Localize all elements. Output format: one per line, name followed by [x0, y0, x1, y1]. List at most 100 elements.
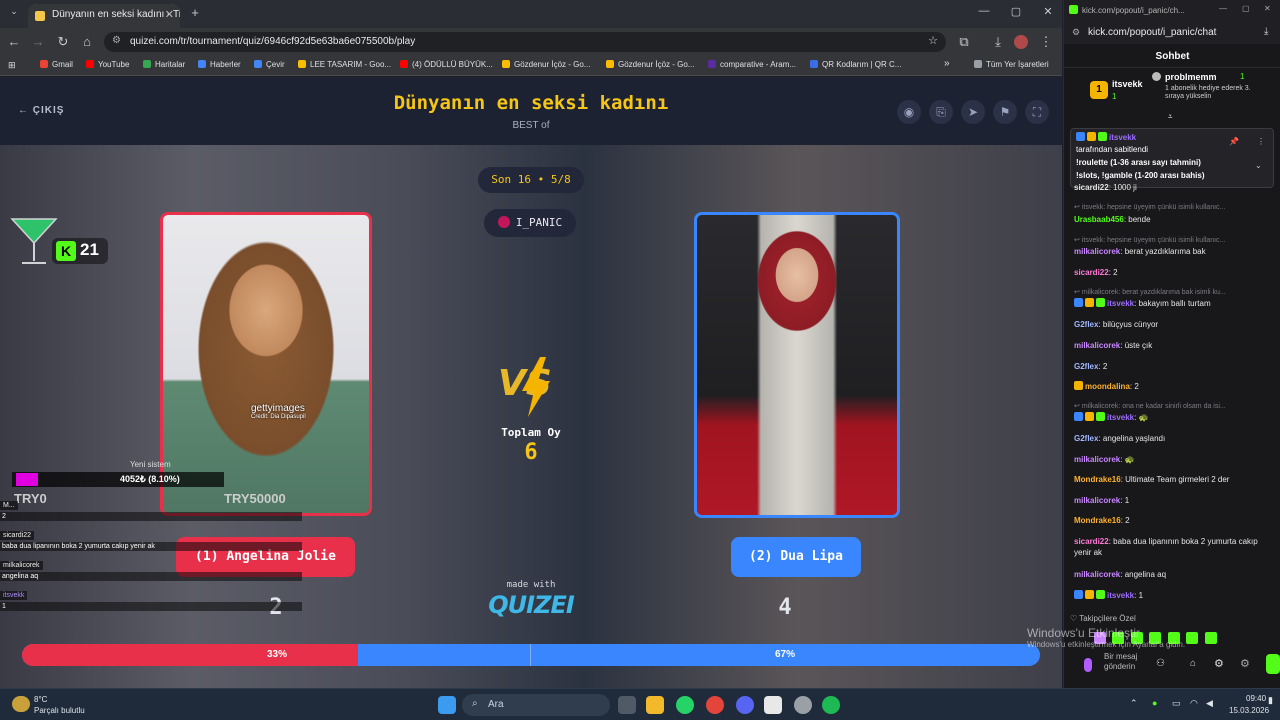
bookmark-haritalar[interactable]: Haritalar	[143, 60, 185, 69]
pinned-message: itsvekk tarafından sabitlendi !roulette …	[1070, 128, 1274, 188]
followers-only-notice: ♡ Takipçilere Özel	[1070, 614, 1136, 623]
forward-icon[interactable]: →	[30, 34, 46, 49]
volume-icon[interactable]: ◀	[1206, 698, 1213, 709]
emote-icon[interactable]	[1204, 632, 1217, 644]
chat-message[interactable]: milkalicorek: 1	[1074, 495, 1274, 506]
mic-tray-icon[interactable]: ●	[1152, 698, 1157, 708]
close-window-icon[interactable]: ✕	[1040, 5, 1056, 18]
bookmark-gozdenur-2[interactable]: Gözdenur İçöz - Go...	[606, 60, 694, 69]
browser-tab[interactable]: Dünyanın en seksi kadını - Tier ✕	[28, 4, 180, 28]
taskbar-search[interactable]: ⌕ Ara	[462, 694, 610, 716]
quizei-logo[interactable]: QUIZEI	[480, 591, 582, 619]
chat-message[interactable]: sicardi22: baba dua lipanının boka 2 yum…	[1074, 536, 1274, 558]
pinned-collapse-icon[interactable]: ⌄	[1255, 161, 1262, 170]
network-icon[interactable]: ▭	[1172, 698, 1181, 709]
chat-message[interactable]: itsvekk: bakayım ballı turtam	[1074, 298, 1274, 309]
maximize-icon[interactable]: ▢	[1008, 5, 1024, 18]
discord-icon[interactable]	[736, 696, 754, 714]
weather-icon[interactable]	[12, 696, 30, 712]
chat-message[interactable]: milkalicorek: üste çık	[1074, 340, 1274, 351]
chat-message[interactable]: G2flex: 2	[1074, 361, 1274, 372]
chat-message[interactable]: Urasbaab456: bende	[1074, 214, 1274, 225]
site-info-icon[interactable]: ⚙	[112, 35, 121, 46]
url-field[interactable]: ⚙ quizei.com/tr/tournament/quiz/6946cf92…	[104, 32, 946, 52]
more-bookmarks-icon[interactable]: »	[944, 58, 950, 69]
chat-message[interactable]: itsvekk: 1	[1074, 590, 1274, 601]
overlay-chat-msg: baba dua lipanının boka 2 yumurta cakıp …	[0, 542, 302, 551]
extensions-icon[interactable]: ⧉	[956, 34, 972, 50]
bookmark-qr[interactable]: QR Kodlarım | QR C...	[810, 60, 901, 69]
store-app-icon[interactable]	[764, 696, 782, 714]
expand-gifters-icon[interactable]: ⩡	[1168, 112, 1173, 122]
bookmark-gmail[interactable]: Gmail	[40, 60, 73, 69]
apps-grid-icon[interactable]: ⊞	[8, 60, 16, 71]
gift-sub-icon[interactable]: ⚇	[1156, 658, 1165, 669]
vote-button-right[interactable]: (2) Dua Lipa	[731, 537, 861, 577]
chrome-icon[interactable]	[706, 696, 724, 714]
mic-icon[interactable]	[1084, 658, 1092, 672]
bookmark-haberler[interactable]: Haberler	[198, 60, 241, 69]
chat-settings-icon[interactable]: ⚙	[1240, 657, 1250, 670]
new-tab-icon[interactable]: +	[187, 5, 203, 20]
bookmark-odullu[interactable]: (4) ÖDÜLLÜ BÜYÜK...	[400, 60, 493, 69]
chat-message[interactable]: moondalina: 2	[1074, 381, 1274, 392]
bookmark-lee-tasarim[interactable]: LEE TASARIM - Goo...	[298, 60, 391, 69]
chat-message[interactable]: milkalicorek: 🐢	[1074, 454, 1274, 465]
popout-close-icon[interactable]: ✕	[1264, 4, 1271, 13]
reload-icon[interactable]: ↻	[55, 34, 71, 50]
chat-message[interactable]: G2flex: bilüçyus cünyor	[1074, 319, 1274, 330]
candidate-card-right[interactable]	[694, 212, 900, 518]
bookmark-youtube[interactable]: YouTube	[86, 60, 129, 69]
whatsapp-icon[interactable]	[676, 696, 694, 714]
clock-time[interactable]: 09:40	[1246, 694, 1266, 703]
chat-message[interactable]: Mondrake16: 2	[1074, 515, 1274, 526]
popout-site-info-icon[interactable]: ⚙	[1072, 27, 1080, 38]
chat-message[interactable]: Mondrake16: Ultimate Team girmeleri 2 de…	[1074, 474, 1274, 485]
back-icon[interactable]: ←	[6, 34, 22, 49]
eye-icon[interactable]: ◉	[897, 100, 921, 124]
send-icon[interactable]: ➤	[961, 100, 985, 124]
app-icon[interactable]	[794, 696, 812, 714]
spotify-icon[interactable]	[822, 696, 840, 714]
emote-icon[interactable]	[1186, 632, 1199, 644]
wifi-icon[interactable]: ◠	[1190, 698, 1198, 709]
bookmark-gozdenur-1[interactable]: Gözdenur İçöz - Go...	[502, 60, 590, 69]
tray-overflow-icon[interactable]: ⌃	[1130, 698, 1138, 709]
popout-urlbar[interactable]: ⚙ kick.com/popout/i_panic/chat ⤓	[1064, 22, 1280, 44]
popout-minimize-icon[interactable]: —	[1219, 4, 1227, 13]
popout-download-icon[interactable]: ⤓	[1264, 26, 1268, 37]
chat-message[interactable]: sicardi22: 1000 ji	[1074, 182, 1274, 193]
fullscreen-icon[interactable]: ⛶	[1025, 100, 1049, 124]
bookmark-star-icon[interactable]: ☆	[928, 34, 938, 47]
settings-icon[interactable]: ⚙	[1214, 657, 1224, 670]
notification-icon[interactable]: ▮	[1268, 695, 1273, 706]
task-view-icon[interactable]	[618, 696, 636, 714]
send-button[interactable]	[1266, 654, 1280, 674]
quiz-header: ← ÇIKIŞ Dünyanın en seksi kadını BEST of…	[0, 77, 1062, 145]
start-icon[interactable]	[438, 696, 456, 714]
pin-icon[interactable]: 📌	[1229, 137, 1239, 146]
chat-message[interactable]: G2flex: angelina yaşlandı	[1074, 433, 1274, 444]
chat-message[interactable]: milkalicorek: berat yazdıklarıma bak	[1074, 246, 1274, 257]
file-explorer-icon[interactable]	[646, 696, 664, 714]
popout-maximize-icon[interactable]: ▢	[1242, 4, 1250, 13]
tab-list-icon[interactable]: ⌄	[6, 6, 22, 17]
chat-message[interactable]: sicardi22: 2	[1074, 267, 1274, 278]
clock-date[interactable]: 15.03.2026	[1229, 706, 1269, 715]
progress-label-right: 67%	[775, 649, 796, 660]
bookmark-cevir[interactable]: Çevir	[254, 60, 285, 69]
chat-message[interactable]: milkalicorek: angelina aq	[1074, 569, 1274, 580]
browser-menu-icon[interactable]: ⋮	[1038, 34, 1054, 50]
bookmark-comparative[interactable]: comparative - Aram...	[708, 60, 796, 69]
download-icon[interactable]: ⤓	[990, 34, 1006, 50]
chat-message[interactable]: itsvekk: 🐢	[1074, 412, 1274, 423]
close-tab-icon[interactable]: ✕	[165, 8, 174, 21]
share-icon[interactable]: ⎘	[929, 100, 953, 124]
all-bookmarks[interactable]: Tüm Yer İşaretleri	[974, 60, 1049, 69]
profile-avatar[interactable]	[1014, 35, 1028, 49]
flag-icon[interactable]: ⚑	[993, 100, 1017, 124]
home-icon[interactable]: ⌂	[79, 34, 95, 49]
store-icon[interactable]: ⌂	[1190, 658, 1196, 669]
pinned-menu-icon[interactable]: ⋮	[1257, 137, 1265, 146]
minimize-icon[interactable]: —	[976, 5, 992, 17]
